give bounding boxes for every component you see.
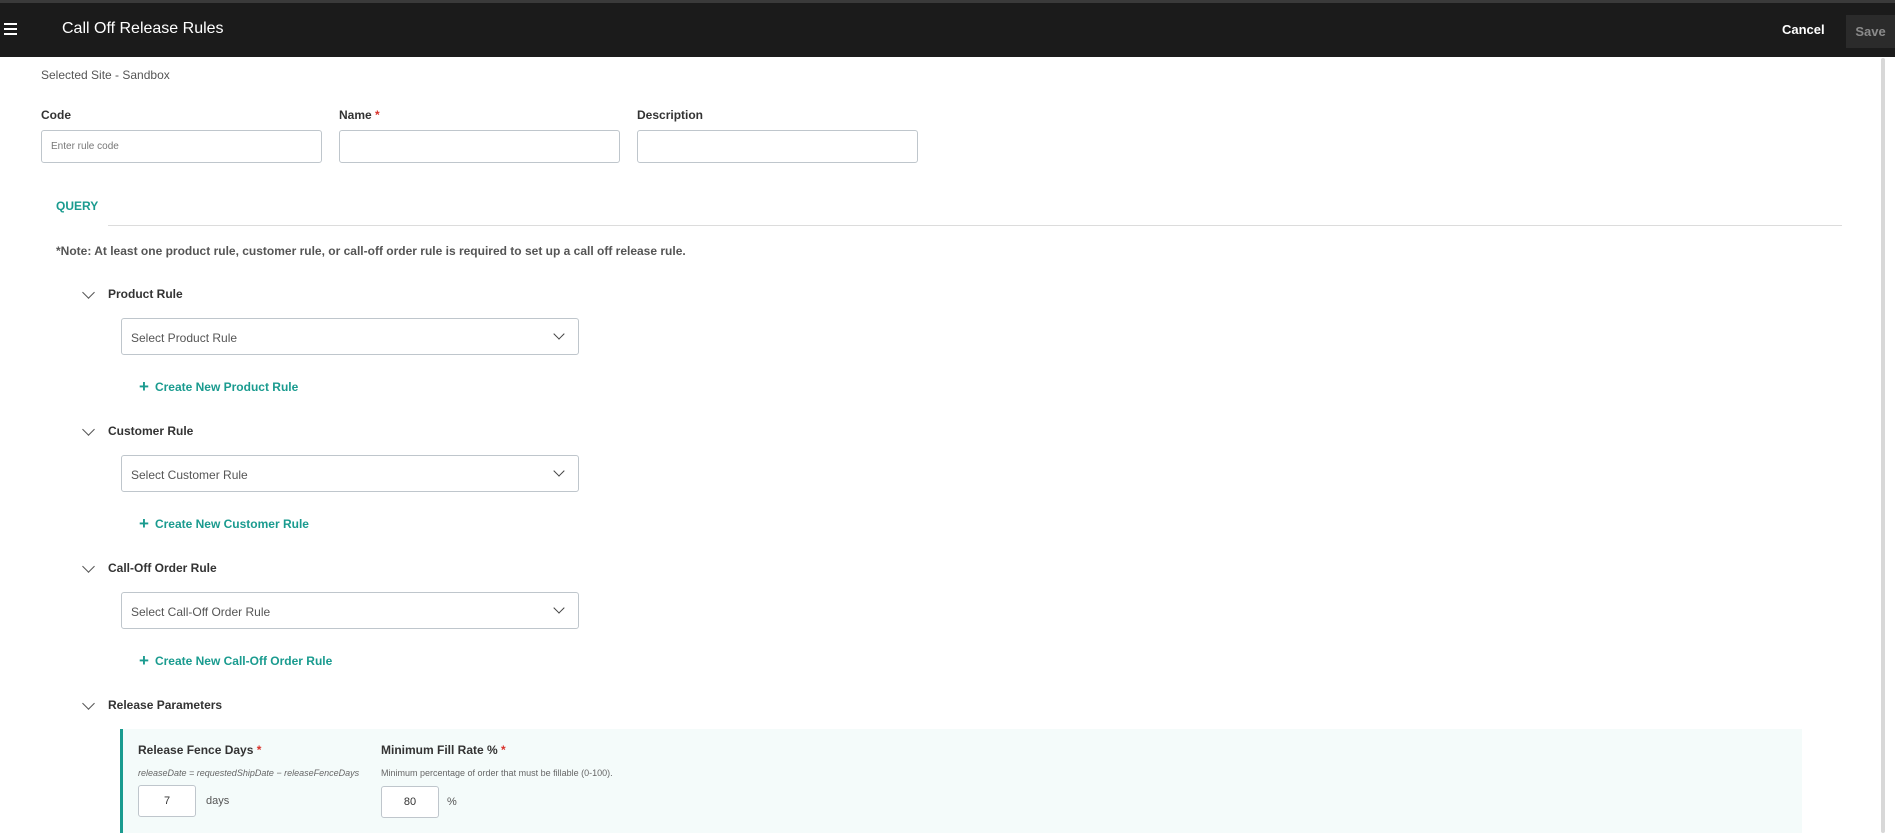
- cancel-button[interactable]: Cancel: [1782, 22, 1825, 37]
- name-label: Name *: [339, 108, 380, 122]
- percent-unit: %: [447, 796, 457, 808]
- create-calloff-order-rule-link[interactable]: + Create New Call-Off Order Rule: [139, 651, 333, 670]
- section-title: Release Parameters: [108, 698, 223, 712]
- param-label-text: Minimum Fill Rate %: [381, 743, 498, 757]
- selected-site-label: Selected Site - Sandbox: [41, 68, 170, 82]
- param-label-text: Release Fence Days: [138, 743, 254, 757]
- product-rule-select[interactable]: Select Product Rule: [121, 318, 579, 355]
- required-asterisk: *: [375, 108, 380, 122]
- query-note: *Note: At least one product rule, custom…: [56, 244, 686, 258]
- chevron-down-icon: [82, 422, 95, 436]
- divider: [108, 225, 1842, 226]
- minimum-fill-rate-input[interactable]: [381, 786, 439, 818]
- description-input[interactable]: [637, 130, 918, 163]
- create-customer-rule-link[interactable]: + Create New Customer Rule: [139, 514, 309, 533]
- chevron-down-icon: [553, 465, 565, 477]
- code-input[interactable]: [41, 130, 322, 163]
- page-title: Call Off Release Rules: [62, 20, 224, 37]
- days-unit: days: [206, 795, 230, 807]
- create-link-label: Create New Call-Off Order Rule: [154, 654, 333, 668]
- create-link-label: Create New Customer Rule: [154, 517, 309, 531]
- name-input[interactable]: [339, 130, 620, 163]
- save-button[interactable]: Save: [1846, 15, 1895, 48]
- tab-query[interactable]: QUERY: [56, 199, 98, 213]
- release-parameters-panel: Release Fence Days * releaseDate = reque…: [120, 729, 1802, 833]
- required-asterisk: *: [501, 743, 506, 757]
- calloff-order-rule-select[interactable]: Select Call-Off Order Rule: [121, 592, 579, 629]
- section-title: Customer Rule: [108, 424, 194, 438]
- chevron-down-icon: [82, 285, 95, 299]
- required-asterisk: *: [256, 743, 262, 757]
- scrollbar-thumb[interactable]: [1881, 58, 1885, 833]
- name-label-text: Name: [339, 108, 372, 122]
- chevron-down-icon: [553, 602, 565, 614]
- plus-icon: +: [139, 377, 149, 396]
- select-placeholder: Select Product Rule: [131, 331, 238, 345]
- create-link-label: Create New Product Rule: [154, 380, 299, 394]
- section-product-rule-header[interactable]: Product Rule: [82, 285, 183, 301]
- code-label: Code: [41, 108, 71, 122]
- release-fence-days-input[interactable]: [138, 785, 196, 817]
- minimum-fill-rate-help: Minimum percentage of order that must be…: [381, 768, 613, 778]
- select-placeholder: Select Customer Rule: [131, 468, 248, 482]
- section-customer-rule-header[interactable]: Customer Rule: [82, 422, 194, 438]
- release-fence-days-label: Release Fence Days *: [138, 743, 261, 757]
- create-product-rule-link[interactable]: + Create New Product Rule: [139, 377, 299, 396]
- description-label: Description: [637, 108, 703, 122]
- plus-icon: +: [139, 651, 149, 670]
- top-bar: Call Off Release Rules Cancel Save: [0, 0, 1895, 57]
- section-calloff-order-rule-header[interactable]: Call-Off Order Rule: [82, 559, 217, 575]
- hamburger-menu-icon[interactable]: [4, 23, 18, 37]
- chevron-down-icon: [82, 559, 95, 573]
- minimum-fill-rate-label: Minimum Fill Rate % *: [381, 743, 506, 757]
- chevron-down-icon: [553, 328, 565, 340]
- description-label-text: Description: [637, 108, 704, 122]
- select-placeholder: Select Call-Off Order Rule: [131, 605, 271, 619]
- release-fence-days-help: releaseDate = requestedShipDate − releas…: [138, 768, 360, 778]
- section-release-parameters-header[interactable]: Release Parameters: [82, 696, 223, 712]
- section-title: Call-Off Order Rule: [108, 561, 217, 575]
- section-title: Product Rule: [108, 287, 183, 301]
- code-label-text: Code: [41, 108, 71, 122]
- customer-rule-select[interactable]: Select Customer Rule: [121, 455, 579, 492]
- chevron-down-icon: [82, 696, 95, 710]
- plus-icon: +: [139, 514, 149, 533]
